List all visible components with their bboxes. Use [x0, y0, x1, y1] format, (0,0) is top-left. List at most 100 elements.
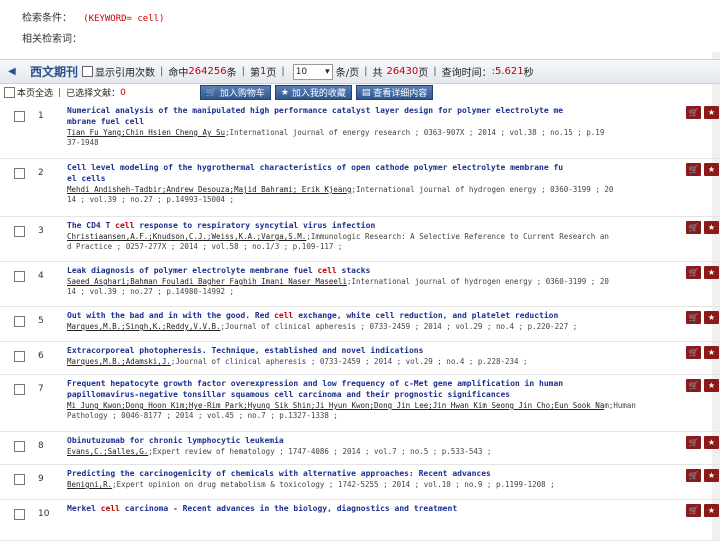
favorite-icon[interactable]: ★ — [704, 163, 719, 176]
view-details-button[interactable]: ▤ 查看详细内容 — [355, 85, 434, 100]
result-title-text: response to respiratory syncytial virus … — [134, 221, 376, 230]
favorite-icon[interactable]: ★ — [704, 379, 719, 392]
result-actions: 🛒 ★ — [686, 311, 719, 324]
select-all-checkbox[interactable] — [4, 87, 15, 98]
per-page-value: 10 — [295, 66, 308, 77]
result-authors-link[interactable]: Evans,C.;Salles,G. — [67, 447, 148, 456]
result-source: d Practice ; 0257-277X ; 2014 ; vol.58 ;… — [67, 242, 343, 251]
show-citation-label: 显示引用次数 — [95, 68, 156, 79]
time-unit: 秒 — [523, 68, 534, 79]
result-checkbox[interactable] — [14, 168, 25, 179]
tab-western-journals[interactable]: 西文期刊 — [30, 63, 78, 80]
result-title-text: Frequent hepatocyte growth factor overex… — [67, 379, 564, 388]
result-source: ;International journal of energy researc… — [225, 128, 605, 137]
result-source: ;Expert opinion on drug metabolism & tox… — [112, 480, 555, 489]
favorite-icon[interactable]: ★ — [704, 469, 719, 482]
result-authors-link[interactable]: Tian Fu Yang;Chin Hsien Cheng Ay Su — [67, 128, 225, 137]
result-number: 9 — [38, 474, 44, 484]
favorite-icon[interactable]: ★ — [704, 311, 719, 324]
cart-icon[interactable]: 🛒 — [686, 379, 701, 392]
result-title-text: exchange, white cell reduction, and plat… — [293, 311, 559, 320]
result-actions: 🛒 ★ — [686, 221, 719, 234]
result-title-link[interactable]: Cell level modeling of the hygrothermal … — [67, 162, 665, 184]
result-title-link[interactable]: Frequent hepatocyte growth factor overex… — [67, 378, 665, 400]
add-to-cart-button[interactable]: 🛒 加入购物车 — [199, 85, 271, 100]
document-icon: ▤ — [361, 87, 371, 98]
result-meta: Saeed Asghari;Bahman Fouladi Bagher Fagh… — [67, 277, 665, 297]
result-number: 2 — [38, 168, 44, 178]
result-number: 4 — [38, 271, 44, 281]
result-title-text: Obinutuzumab for chronic lymphocytic leu… — [67, 436, 284, 445]
result-checkbox[interactable] — [14, 384, 25, 395]
result-title-text: Predicting the carcinogenicity of chemic… — [67, 469, 491, 478]
result-title-text: stacks — [336, 266, 371, 275]
result-title-link[interactable]: Numerical analysis of the manipulated hi… — [67, 105, 665, 127]
result-actions: 🛒 ★ — [686, 379, 719, 392]
cart-icon[interactable]: 🛒 — [686, 311, 701, 324]
cart-icon[interactable]: 🛒 — [686, 106, 701, 119]
result-row: 3 The CD4 T cell response to respiratory … — [0, 217, 720, 262]
total-suffix: 页 — [418, 68, 429, 79]
cart-icon[interactable]: 🛒 — [686, 504, 701, 517]
cart-icon[interactable]: 🛒 — [686, 436, 701, 449]
search-condition: 检索条件： (KEYWORD= cell) — [22, 9, 164, 24]
result-authors-link[interactable]: Mehdi Andisheh-Tadbir;Andrew Desouza;Maj… — [67, 185, 351, 194]
cart-icon: 🛒 — [205, 87, 218, 98]
show-citation-checkbox[interactable] — [82, 66, 94, 77]
related-terms: 相关检索词： — [22, 30, 82, 45]
result-title-text: mbrane fuel cell — [67, 117, 145, 126]
result-authors-link[interactable]: Mi Jung Kwon;Dong Hoon Kim;Hye-Rim Park;… — [67, 401, 604, 410]
result-source: ;International journal of hydrogen energ… — [346, 277, 609, 286]
result-title-link[interactable]: Leak diagnosis of polymer electrolyte me… — [67, 265, 665, 276]
result-title-link[interactable]: Extracorporeal photopheresis. Technique,… — [67, 345, 665, 356]
result-authors-link[interactable]: Marques,M.B.;Singh,K.;Reddy,V.V.B. — [67, 322, 221, 331]
result-title-link[interactable]: Predicting the carcinogenicity of chemic… — [67, 468, 665, 479]
result-checkbox[interactable] — [14, 316, 25, 327]
result-title-link[interactable]: The CD4 T cell response to respiratory s… — [67, 220, 665, 231]
hits-suffix: 条 — [226, 68, 237, 79]
favorite-icon[interactable]: ★ — [704, 106, 719, 119]
favorite-icon[interactable]: ★ — [704, 266, 719, 279]
add-to-favorites-button[interactable]: ★ 加入我的收藏 — [274, 85, 352, 100]
hits-count: 264256 — [188, 66, 227, 77]
cart-icon[interactable]: 🛒 — [686, 163, 701, 176]
search-condition-value: (KEYWORD= cell) — [83, 14, 165, 24]
result-authors-link[interactable]: Christiaansen,A.F.;Knudson,C.J.;Weiss,K.… — [67, 232, 306, 241]
cart-icon[interactable]: 🛒 — [686, 469, 701, 482]
result-checkbox[interactable] — [14, 441, 25, 452]
result-meta: Mehdi Andisheh-Tadbir;Andrew Desouza;Maj… — [67, 185, 665, 205]
result-authors-link[interactable]: Marques,M.B.;Adamski,J. — [67, 357, 171, 366]
result-checkbox[interactable] — [14, 509, 25, 520]
favorite-icon[interactable]: ★ — [704, 504, 719, 517]
result-actions: 🛒 ★ — [686, 106, 719, 119]
result-authors-link[interactable]: Benigni,R. — [67, 480, 112, 489]
result-source: 14 ; vol.39 ; no.27 ; p.14980-14992 ; — [67, 287, 235, 296]
result-checkbox[interactable] — [14, 271, 25, 282]
result-row: 5 Out with the bad and in with the good. … — [0, 307, 720, 342]
result-actions: 🛒 ★ — [686, 504, 719, 517]
cart-icon[interactable]: 🛒 — [686, 266, 701, 279]
per-page-select[interactable]: 10 ▾ — [292, 63, 333, 80]
result-checkbox[interactable] — [14, 226, 25, 237]
cart-icon[interactable]: 🛒 — [686, 346, 701, 359]
result-authors-link[interactable]: Saeed Asghari;Bahman Fouladi Bagher Fagh… — [67, 277, 347, 286]
result-title-link[interactable]: Obinutuzumab for chronic lymphocytic leu… — [67, 435, 665, 446]
result-checkbox[interactable] — [14, 351, 25, 362]
favorite-icon[interactable]: ★ — [704, 221, 719, 234]
result-number: 7 — [38, 384, 44, 394]
search-header: 检索条件： (KEYWORD= cell) 相关检索词： — [0, 0, 720, 52]
result-meta: Benigni,R.;Expert opinion on drug metabo… — [67, 480, 665, 490]
favorite-icon[interactable]: ★ — [704, 436, 719, 449]
result-title-link[interactable]: Out with the bad and in with the good. R… — [67, 310, 665, 321]
result-checkbox[interactable] — [14, 111, 25, 122]
cart-icon[interactable]: 🛒 — [686, 221, 701, 234]
result-meta: Mi Jung Kwon;Dong Hoon Kim;Hye-Rim Park;… — [67, 401, 665, 421]
favorite-icon[interactable]: ★ — [704, 346, 719, 359]
result-row: 8 Obinutuzumab for chronic lymphocytic le… — [0, 432, 720, 465]
action-bar: 本页全选 | 已选择文献： 0 🛒 加入购物车 ★ 加入我的收藏 ▤ 查看详细内… — [0, 84, 720, 101]
result-meta: Marques,M.B.;Adamski,J.;Journal of clini… — [67, 357, 665, 367]
result-checkbox[interactable] — [14, 474, 25, 485]
result-title-link[interactable]: Merkel cell carcinoma - Recent advances … — [67, 503, 665, 514]
hits-prefix: 命中 — [168, 68, 189, 79]
result-actions: 🛒 ★ — [686, 266, 719, 279]
